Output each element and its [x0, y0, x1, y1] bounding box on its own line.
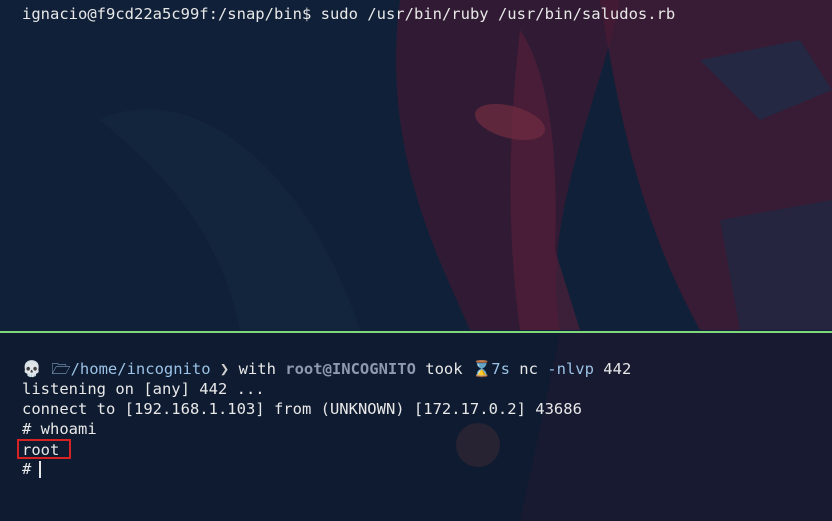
user-host: root@INCOGNITO	[285, 360, 416, 378]
prompt-line: 💀 🗁/home/incognito ❯ with root@INCOGNITO…	[22, 359, 810, 379]
output-line: connect to [192.168.1.103] from (UNKNOWN…	[22, 400, 582, 418]
pane-divider[interactable]	[0, 331, 832, 333]
output-line: listening on [any] 442 ...	[22, 380, 265, 398]
command-port: 442	[603, 360, 632, 378]
folder-icon: 🗁	[51, 360, 71, 378]
final-prompt-line[interactable]: #	[22, 459, 810, 479]
skull-icon: 💀	[22, 360, 42, 378]
whoami-result: root	[17, 439, 72, 459]
command-flag: -nlvp	[547, 360, 594, 378]
hourglass-icon: ⌛	[471, 360, 492, 378]
output-line: # whoami	[22, 420, 97, 438]
took-label: took	[425, 360, 463, 378]
with-label: with	[238, 360, 276, 378]
terminal-top-pane[interactable]: ignacio@f9cd22a5c99f:/snap/bin$ sudo /us…	[0, 0, 832, 331]
prompt-separator-icon: ❯	[219, 360, 230, 378]
command-text: sudo /usr/bin/ruby /usr/bin/saludos.rb	[320, 5, 676, 23]
duration-value: 7s	[491, 360, 510, 378]
shell-prompt: ignacio@f9cd22a5c99f:/snap/bin$	[22, 5, 312, 23]
text-cursor	[39, 461, 42, 478]
command-line: ignacio@f9cd22a5c99f:/snap/bin$ sudo /us…	[22, 4, 810, 24]
root-prompt: #	[22, 460, 32, 478]
command-name: nc	[519, 360, 538, 378]
whoami-result-line: root	[17, 439, 810, 459]
terminal-bottom-pane[interactable]: 💀 🗁/home/incognito ❯ with root@INCOGNITO…	[0, 333, 832, 521]
cwd-path: /home/incognito	[70, 360, 211, 378]
